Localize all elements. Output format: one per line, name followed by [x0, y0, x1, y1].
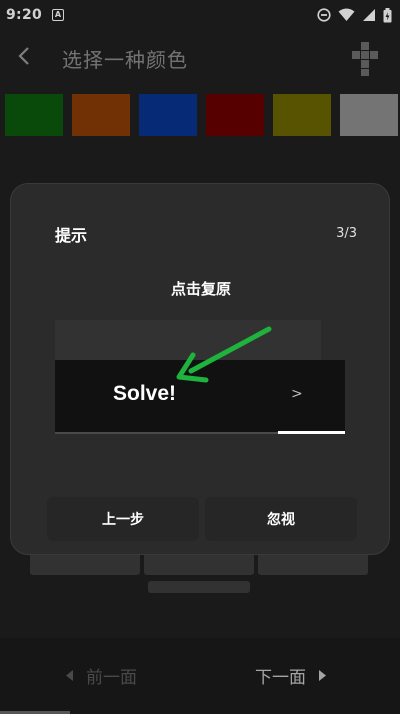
previous-step-button[interactable]: 上一步	[47, 497, 199, 541]
ignore-label: 忽视	[267, 512, 295, 528]
hint-dialog: 提示 3/3 点击复原 Solve! > 上一步 忽视	[10, 183, 390, 555]
dialog-actions: 上一步 忽视	[47, 497, 357, 541]
dialog-title: 提示	[55, 226, 88, 245]
ignore-button[interactable]: 忽视	[205, 497, 357, 541]
solve-demo-illustration: Solve! >	[55, 320, 345, 435]
green-arrow-icon	[176, 326, 272, 383]
dialog-message: 点击复原	[170, 280, 231, 298]
step-counter: 3/3	[336, 226, 357, 241]
previous-step-label: 上一步	[102, 512, 144, 528]
